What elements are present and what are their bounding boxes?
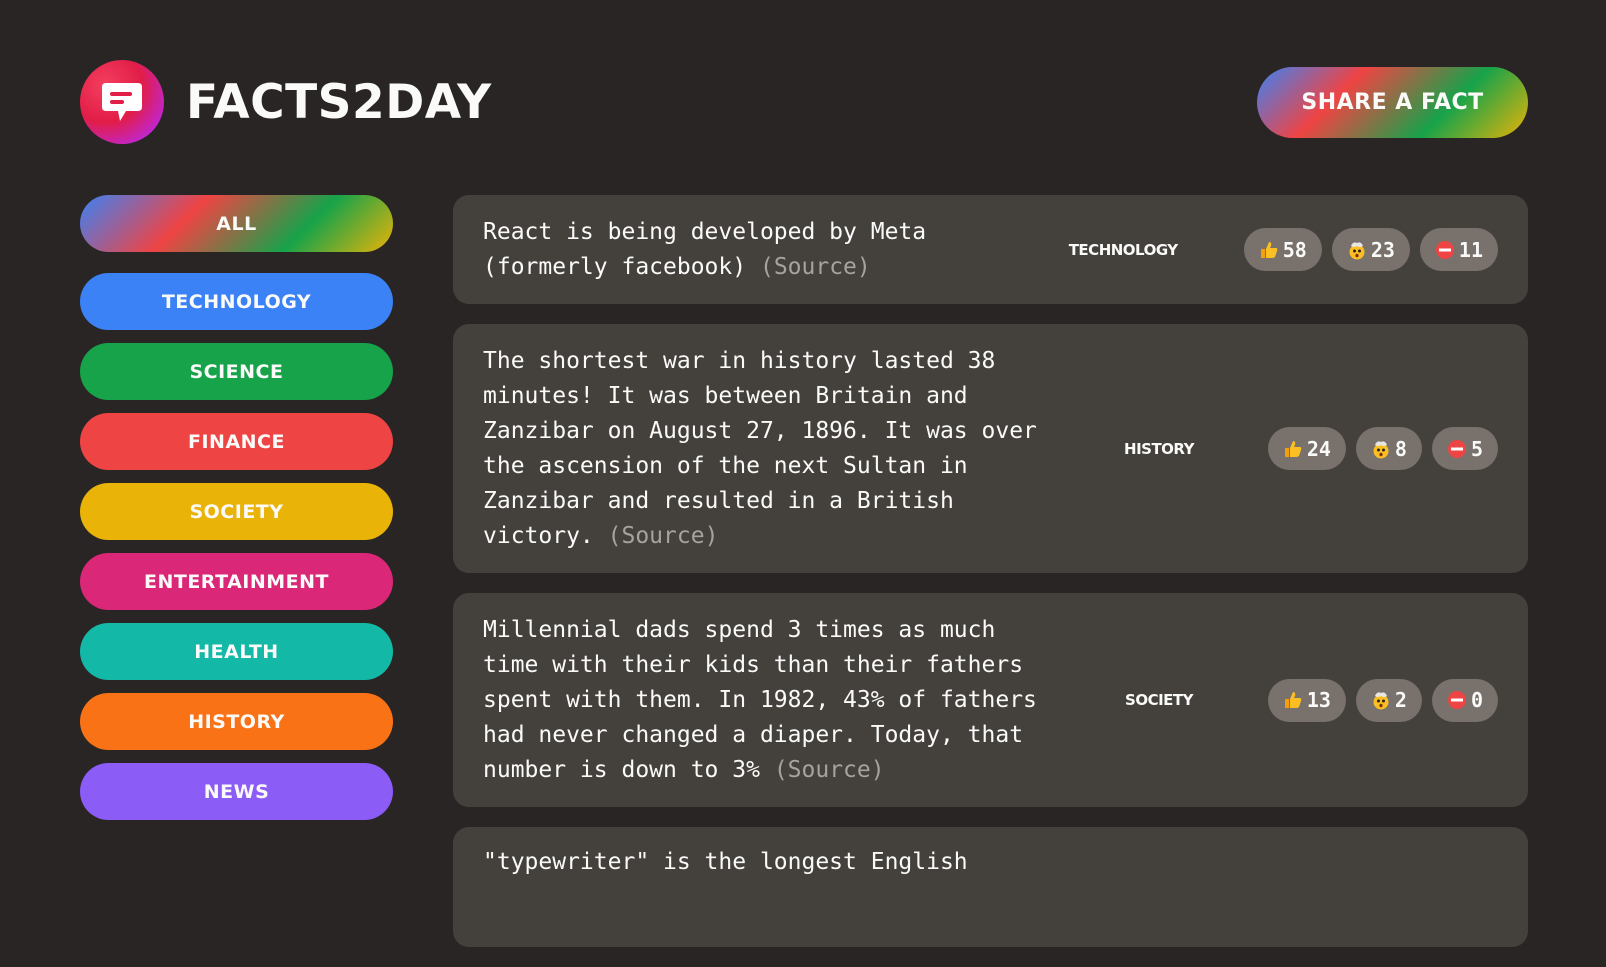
fact-body: Millennial dads spend 3 times as much ti… xyxy=(483,616,1037,783)
category-technology-button[interactable]: Technology xyxy=(80,273,393,330)
mind-blown-icon xyxy=(1373,692,1389,710)
vote-mindblowing-button[interactable]: 23 xyxy=(1331,228,1410,271)
category-sidebar: All Technology Science Finance Society E… xyxy=(80,195,393,833)
vote-false-button[interactable]: 0 xyxy=(1431,678,1498,722)
vote-false-count: 0 xyxy=(1470,688,1483,712)
facts-list: React is being developed by Meta (former… xyxy=(453,195,1528,967)
vote-false-button[interactable]: 5 xyxy=(1431,427,1498,470)
source-link[interactable]: (Source) xyxy=(774,757,885,783)
vote-buttons: 13 2 0 xyxy=(1267,678,1498,722)
vote-false-count: 11 xyxy=(1458,237,1483,262)
fact-text: Millennial dads spend 3 times as much ti… xyxy=(483,613,1054,788)
vote-buttons: 24 8 5 xyxy=(1267,427,1498,470)
fact-text: The shortest war in history lasted 38 mi… xyxy=(483,344,1054,554)
vote-mindblowing-count: 8 xyxy=(1394,436,1407,461)
mind-blown-icon xyxy=(1349,241,1365,259)
fact-text: "typewriter" is the longest English xyxy=(483,845,1063,880)
vote-mindblowing-count: 2 xyxy=(1394,688,1407,712)
fact-category-tag: Society xyxy=(1125,691,1194,709)
vote-buttons: 58 23 11 xyxy=(1243,228,1498,271)
vote-interesting-count: 13 xyxy=(1306,688,1331,712)
speech-bubble-icon xyxy=(102,83,142,121)
fact-item: "typewriter" is the longest English xyxy=(453,827,1528,947)
no-entry-icon xyxy=(1447,439,1466,458)
vote-interesting-button[interactable]: 24 xyxy=(1267,427,1346,470)
fact-category-tag: Technology xyxy=(1068,240,1178,259)
fact-item: The shortest war in history lasted 38 mi… xyxy=(453,324,1528,573)
category-health-button[interactable]: Health xyxy=(80,623,393,680)
mind-blown-icon xyxy=(1373,440,1389,458)
no-entry-icon xyxy=(1447,691,1466,709)
fact-item: Millennial dads spend 3 times as much ti… xyxy=(453,593,1528,807)
fact-body: The shortest war in history lasted 38 mi… xyxy=(483,347,1037,549)
logo xyxy=(80,60,164,144)
source-link[interactable]: (Source) xyxy=(608,523,719,549)
vote-false-count: 5 xyxy=(1470,436,1483,461)
no-entry-icon xyxy=(1435,240,1454,259)
category-history-button[interactable]: History xyxy=(80,693,393,750)
vote-mindblowing-button[interactable]: 8 xyxy=(1355,427,1422,470)
app-title: Facts2Day xyxy=(186,74,492,130)
thumbs-up-icon xyxy=(1284,440,1302,457)
vote-interesting-count: 58 xyxy=(1282,237,1307,262)
vote-mindblowing-button[interactable]: 2 xyxy=(1355,678,1422,722)
category-finance-button[interactable]: Finance xyxy=(80,413,393,470)
thumbs-up-icon xyxy=(1260,241,1278,258)
header: Facts2Day xyxy=(80,60,492,144)
share-fact-button[interactable]: Share a fact xyxy=(1257,67,1528,138)
category-news-button[interactable]: News xyxy=(80,763,393,820)
vote-interesting-button[interactable]: 58 xyxy=(1243,228,1322,271)
category-science-button[interactable]: Science xyxy=(80,343,393,400)
category-society-button[interactable]: Society xyxy=(80,483,393,540)
vote-mindblowing-count: 23 xyxy=(1370,237,1395,262)
vote-interesting-button[interactable]: 13 xyxy=(1267,678,1346,722)
fact-body: "typewriter" is the longest English xyxy=(483,849,968,875)
vote-interesting-count: 24 xyxy=(1306,436,1331,461)
vote-false-button[interactable]: 11 xyxy=(1419,228,1498,271)
fact-item: React is being developed by Meta (former… xyxy=(453,195,1528,304)
category-all-button[interactable]: All xyxy=(80,195,393,252)
fact-text: React is being developed by Meta (former… xyxy=(483,215,1017,285)
source-link[interactable]: (Source) xyxy=(760,254,871,280)
fact-category-tag: History xyxy=(1124,439,1195,458)
thumbs-up-icon xyxy=(1284,692,1302,708)
category-entertainment-button[interactable]: Entertainment xyxy=(80,553,393,610)
